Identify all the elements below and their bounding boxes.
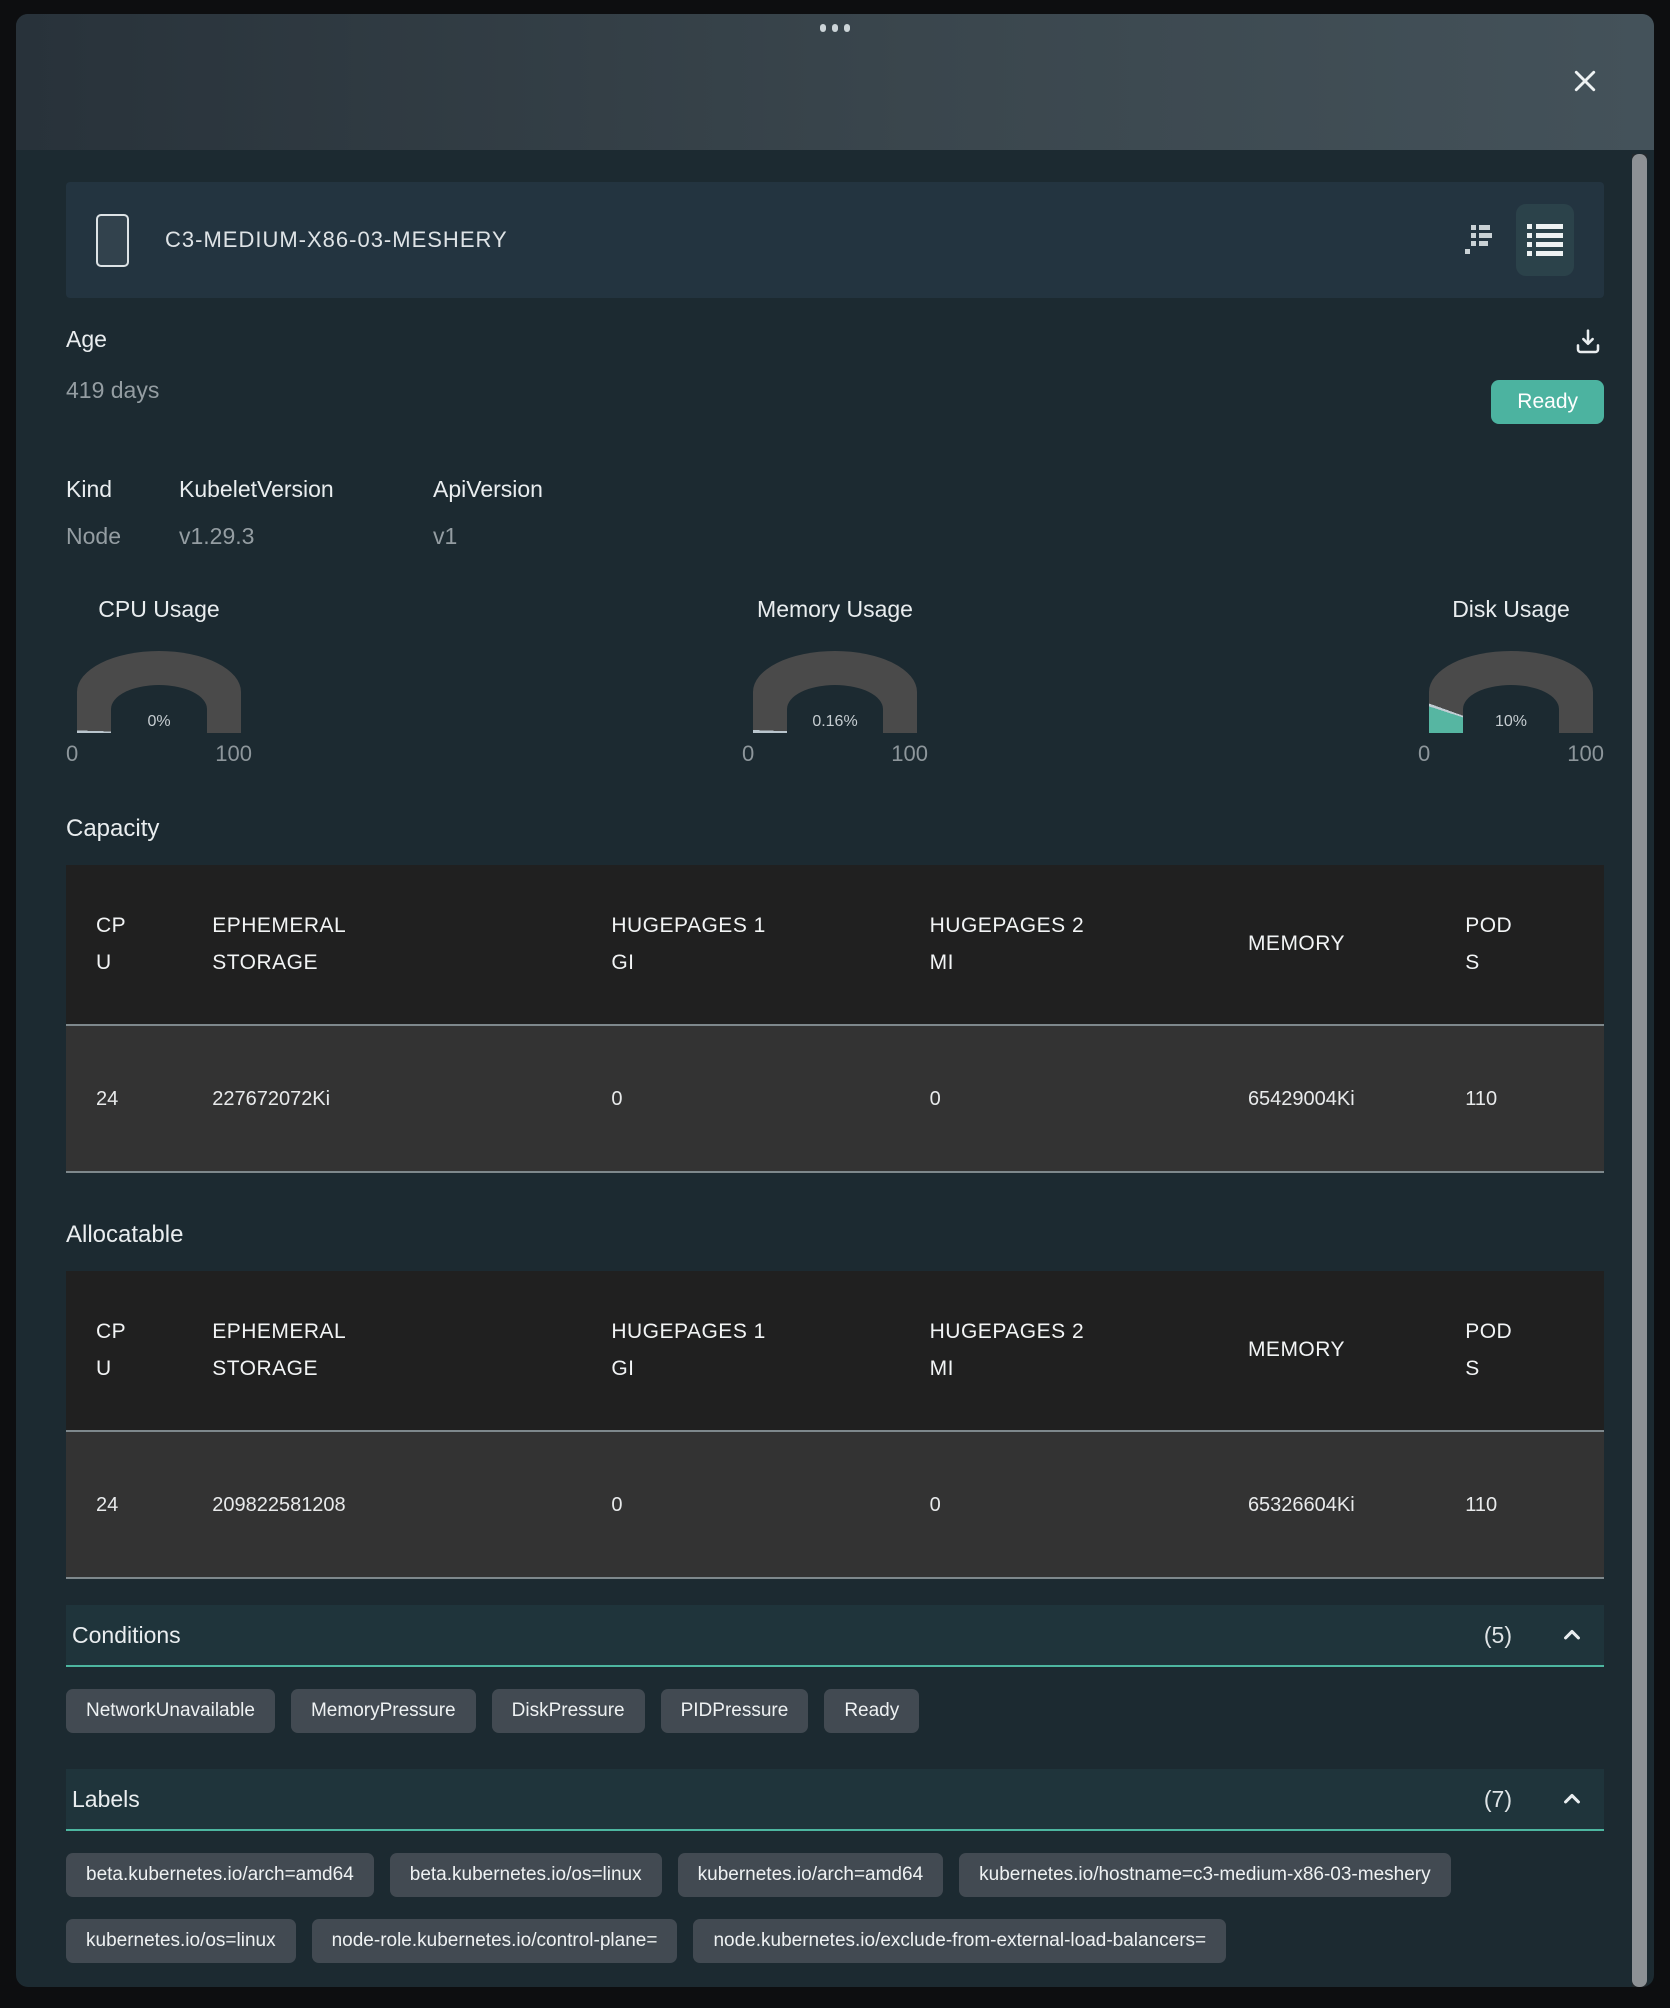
col-memory: MEMORY (1248, 932, 1345, 955)
cell-pods: 110 (1435, 1025, 1604, 1172)
gauge-min: 0 (66, 741, 78, 767)
api-version-label: ApiVersion (433, 476, 1604, 503)
col-cpu: CPU (96, 908, 130, 982)
gauge-value: 10% (1495, 713, 1527, 731)
node-select-checkbox[interactable] (96, 214, 129, 267)
labels-count: (7) (1484, 1786, 1512, 1813)
kubelet-version-value: v1.29.3 (179, 523, 433, 550)
cell-hugepages-1gi: 0 (581, 1025, 899, 1172)
labels-title: Labels (72, 1786, 140, 1813)
drag-handle-dots-icon[interactable] (820, 24, 850, 32)
conditions-chips: NetworkUnavailable MemoryPressure DiskPr… (66, 1689, 1604, 1733)
conditions-count: (5) (1484, 1622, 1512, 1649)
labels-section-header[interactable]: Labels (7) (66, 1769, 1604, 1831)
gauge-arc: 0% (77, 651, 241, 733)
cell-memory: 65429004Ki (1248, 1084, 1358, 1114)
status-badge: Ready (1491, 380, 1604, 424)
cell-pods: 110 (1435, 1431, 1604, 1578)
gauge-min: 0 (1418, 741, 1430, 767)
download-button[interactable] (1572, 326, 1604, 358)
condition-chip: DiskPressure (492, 1689, 645, 1733)
gauge-arc: 0.16% (753, 651, 917, 733)
view-toggles (1464, 204, 1574, 276)
cell-ephemeral-storage: 227672072Ki (182, 1025, 581, 1172)
cell-cpu: 24 (66, 1431, 182, 1578)
gauge-title: Memory Usage (757, 596, 913, 623)
table-header-row: CPU EPHEMERAL STORAGE HUGEPAGES 1 GI HUG… (66, 865, 1604, 1025)
conditions-section-header[interactable]: Conditions (5) (66, 1605, 1604, 1667)
label-chip: node.kubernetes.io/exclude-from-external… (693, 1919, 1226, 1963)
gauge-max: 100 (215, 741, 252, 767)
api-version-value: v1 (433, 523, 1604, 550)
node-meta: Kind KubeletVersion ApiVersion Node v1.2… (66, 476, 1604, 550)
node-card-header: C3-MEDIUM-X86-03-MESHERY (66, 182, 1604, 298)
cell-hugepages-1gi: 0 (581, 1431, 899, 1578)
label-chip: beta.kubernetes.io/os=linux (390, 1853, 662, 1897)
table-row: 24 227672072Ki 0 0 65429004Ki 110 (66, 1025, 1604, 1172)
condition-chip: NetworkUnavailable (66, 1689, 275, 1733)
memory-usage-gauge: Memory Usage 0.16% 0 100 (742, 596, 928, 767)
cell-memory: 65326604Ki (1248, 1490, 1358, 1520)
node-title: C3-MEDIUM-X86-03-MESHERY (165, 227, 508, 253)
age-value: 419 days (66, 377, 159, 404)
col-hugepages-1gi: HUGEPAGES 1 GI (611, 908, 781, 982)
age-label: Age (66, 326, 159, 353)
label-chip: node-role.kubernetes.io/control-plane= (312, 1919, 678, 1963)
capacity-title: Capacity (66, 815, 1604, 843)
col-ephemeral-storage: EPHEMERAL STORAGE (212, 908, 362, 982)
capacity-table: CPU EPHEMERAL STORAGE HUGEPAGES 1 GI HUG… (66, 865, 1604, 1173)
modal-content: C3-MEDIUM-X86-03-MESHERY (16, 182, 1654, 1963)
cell-cpu: 24 (66, 1025, 182, 1172)
usage-gauges: CPU Usage 0% 0 100 Memory Usage 0.16% 0 (66, 596, 1604, 767)
cell-ephemeral-storage: 209822581208 (182, 1431, 581, 1578)
gauge-title: Disk Usage (1452, 596, 1570, 623)
col-ephemeral-storage: EPHEMERAL STORAGE (212, 1314, 362, 1388)
col-hugepages-2mi: HUGEPAGES 2 MI (930, 1314, 1100, 1388)
labels-chips: beta.kubernetes.io/arch=amd64 beta.kuber… (66, 1853, 1604, 1963)
col-pods: PODS (1465, 1314, 1517, 1388)
col-pods: PODS (1465, 908, 1517, 982)
gauge-max: 100 (891, 741, 928, 767)
age-status-row: Age 419 days Ready (66, 326, 1604, 424)
label-chip: beta.kubernetes.io/arch=amd64 (66, 1853, 374, 1897)
disk-usage-gauge: Disk Usage 10% 0 100 (1418, 596, 1604, 767)
table-header-row: CPU EPHEMERAL STORAGE HUGEPAGES 1 GI HUG… (66, 1271, 1604, 1431)
gauge-title: CPU Usage (98, 596, 219, 623)
close-icon (1570, 66, 1600, 96)
col-hugepages-1gi: HUGEPAGES 1 GI (611, 1314, 781, 1388)
label-chip: kubernetes.io/hostname=c3-medium-x86-03-… (959, 1853, 1450, 1897)
tree-view-icon[interactable] (1464, 224, 1494, 256)
col-cpu: CPU (96, 1314, 130, 1388)
condition-chip: Ready (824, 1689, 919, 1733)
label-chip: kubernetes.io/arch=amd64 (678, 1853, 944, 1897)
cell-hugepages-2mi: 0 (900, 1025, 1218, 1172)
gauge-max: 100 (1567, 741, 1604, 767)
download-icon (1572, 326, 1604, 358)
chevron-up-icon[interactable] (1558, 1621, 1586, 1649)
col-memory: MEMORY (1248, 1338, 1345, 1361)
col-hugepages-2mi: HUGEPAGES 2 MI (930, 908, 1100, 982)
list-view-icon[interactable] (1516, 204, 1574, 276)
gauge-arc: 10% (1429, 651, 1593, 733)
modal-header (16, 14, 1654, 150)
condition-chip: PIDPressure (661, 1689, 809, 1733)
kind-value: Node (66, 523, 179, 550)
conditions-title: Conditions (72, 1622, 181, 1649)
kind-label: Kind (66, 476, 179, 503)
cpu-usage-gauge: CPU Usage 0% 0 100 (66, 596, 252, 767)
allocatable-title: Allocatable (66, 1221, 1604, 1249)
kubelet-version-label: KubeletVersion (179, 476, 433, 503)
gauge-value: 0% (147, 713, 170, 731)
table-row: 24 209822581208 0 0 65326604Ki 110 (66, 1431, 1604, 1578)
node-details-modal: C3-MEDIUM-X86-03-MESHERY (16, 14, 1654, 1987)
close-button[interactable] (1568, 64, 1602, 98)
gauge-value: 0.16% (812, 713, 857, 731)
condition-chip: MemoryPressure (291, 1689, 476, 1733)
allocatable-table: CPU EPHEMERAL STORAGE HUGEPAGES 1 GI HUG… (66, 1271, 1604, 1579)
gauge-min: 0 (742, 741, 754, 767)
label-chip: kubernetes.io/os=linux (66, 1919, 296, 1963)
cell-hugepages-2mi: 0 (900, 1431, 1218, 1578)
chevron-up-icon[interactable] (1558, 1785, 1586, 1813)
